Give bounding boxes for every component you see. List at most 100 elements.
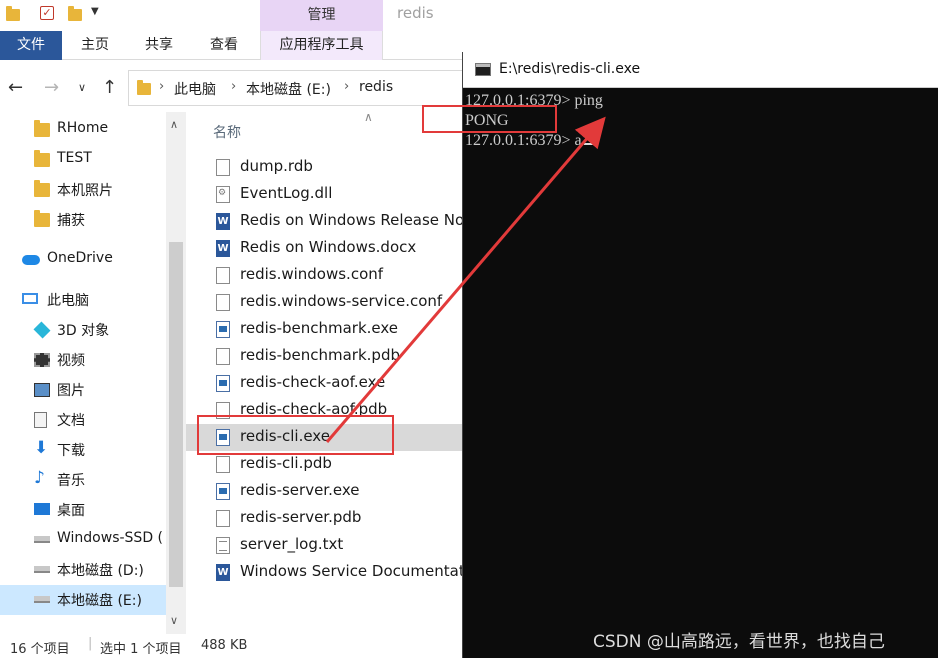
- desktop-icon: [34, 503, 50, 515]
- customize-dropdown-icon[interactable]: ▼: [91, 6, 99, 17]
- sidebar-item-windows-ssd[interactable]: Windows-SSD (: [0, 525, 166, 555]
- file-name: redis-cli.pdb: [240, 454, 332, 472]
- console-line: 127.0.0.1:6379> a: [465, 132, 593, 150]
- list-item[interactable]: redis-cli.pdb: [206, 451, 476, 478]
- exe-file-icon: [216, 321, 230, 338]
- console-icon: [475, 63, 491, 76]
- up-arrow-icon[interactable]: ↑: [102, 77, 117, 98]
- exe-file-icon: [216, 483, 230, 500]
- scroll-up-icon[interactable]: ∧: [170, 118, 178, 131]
- recent-locations-chevron-icon[interactable]: ∨: [78, 81, 86, 94]
- sidebar-item-label: Windows-SSD (: [57, 530, 164, 546]
- folder-icon[interactable]: [6, 6, 20, 21]
- sidebar-item-capture[interactable]: 捕获: [0, 205, 166, 235]
- sidebar-item-desktop[interactable]: 桌面: [0, 495, 166, 525]
- console-title: E:\redis\redis-cli.exe: [499, 61, 641, 77]
- forward-arrow-icon[interactable]: →: [44, 77, 59, 98]
- sidebar-item-photos[interactable]: 本机照片: [0, 175, 166, 205]
- sidebar-item-label: 文档: [57, 413, 85, 429]
- file-name: redis.windows.conf: [240, 265, 384, 283]
- console-output[interactable]: 127.0.0.1:6379> ping PONG 127.0.0.1:6379…: [463, 88, 938, 658]
- console-window[interactable]: E:\redis\redis-cli.exe 127.0.0.1:6379> p…: [462, 52, 938, 658]
- sidebar-item-videos[interactable]: 视频: [0, 345, 166, 375]
- list-item[interactable]: redis-benchmark.exe: [206, 316, 476, 343]
- manage-context-tab[interactable]: 管理: [260, 0, 383, 31]
- list-item[interactable]: dump.rdb: [206, 154, 476, 181]
- drive-icon: [34, 536, 50, 543]
- console-line: 127.0.0.1:6379> ping: [465, 92, 603, 109]
- sidebar-item-label: 下载: [57, 443, 85, 459]
- list-item[interactable]: redis.windows.conf: [206, 262, 476, 289]
- video-icon: [34, 353, 50, 367]
- sidebar-item-music[interactable]: ♪ 音乐: [0, 465, 166, 495]
- sidebar-item-rhome[interactable]: RHome: [0, 115, 166, 145]
- file-name: EventLog.dll: [240, 184, 333, 202]
- list-item[interactable]: redis-server.exe: [206, 478, 476, 505]
- scrollbar-thumb[interactable]: [169, 242, 183, 587]
- sidebar-item-pictures[interactable]: 图片: [0, 375, 166, 405]
- exe-file-icon: [216, 375, 230, 392]
- word-file-icon: W: [216, 240, 230, 257]
- sidebar-scrollbar[interactable]: ∧ ∨: [166, 112, 186, 634]
- word-file-icon: W: [216, 564, 230, 581]
- file-name: redis.windows-service.conf: [240, 292, 443, 310]
- sidebar-item-label: 3D 对象: [57, 323, 110, 339]
- breadcrumb-drive-e[interactable]: 本地磁盘 (E:): [246, 79, 331, 99]
- word-file-icon: W: [216, 213, 230, 230]
- list-item-selected[interactable]: redis-cli.exe: [186, 424, 476, 451]
- sidebar-item-label: TEST: [57, 150, 92, 166]
- list-item[interactable]: redis-check-aof.pdb: [206, 397, 476, 424]
- column-header-name[interactable]: 名称: [213, 122, 241, 142]
- file-name: dump.rdb: [240, 157, 313, 175]
- sidebar-item-drive-e[interactable]: 本地磁盘 (E:): [0, 585, 166, 615]
- tab-file[interactable]: 文件: [0, 31, 62, 60]
- breadcrumb-redis[interactable]: redis: [359, 79, 393, 95]
- sidebar-item-onedrive[interactable]: OneDrive: [0, 245, 166, 275]
- chevron-right-icon[interactable]: ›: [231, 79, 236, 94]
- tab-view[interactable]: 查看: [197, 31, 251, 60]
- text-file-icon: [216, 537, 230, 554]
- file-name: redis-server.pdb: [240, 508, 362, 526]
- exe-file-icon: [216, 429, 230, 446]
- status-divider: |: [88, 636, 93, 651]
- item-count: 16 个项目: [10, 642, 70, 657]
- breadcrumb-this-pc[interactable]: 此电脑: [174, 79, 216, 99]
- tab-application-tools[interactable]: 应用程序工具: [260, 31, 383, 60]
- new-folder-icon[interactable]: [68, 6, 82, 21]
- tab-home[interactable]: 主页: [68, 31, 122, 60]
- list-item[interactable]: server_log.txt: [206, 532, 476, 559]
- list-item[interactable]: W Windows Service Documentation.docx: [206, 559, 476, 586]
- scroll-down-icon[interactable]: ∨: [170, 614, 178, 627]
- console-input-text: 127.0.0.1:6379> a: [465, 132, 582, 149]
- chevron-right-icon[interactable]: ›: [159, 79, 164, 94]
- list-item[interactable]: W Redis on Windows.docx: [206, 235, 476, 262]
- list-item[interactable]: W Redis on Windows Release Notes.docx: [206, 208, 476, 235]
- list-item[interactable]: redis-check-aof.exe: [206, 370, 476, 397]
- file-name: redis-server.exe: [240, 481, 360, 499]
- back-arrow-icon[interactable]: ←: [8, 77, 23, 98]
- console-title-bar[interactable]: E:\redis\redis-cli.exe: [463, 52, 938, 88]
- file-name: Windows Service Documentation.docx: [240, 562, 476, 580]
- list-item[interactable]: redis-server.pdb: [206, 505, 476, 532]
- file-name: redis-cli.exe: [240, 427, 330, 445]
- tab-share[interactable]: 共享: [132, 31, 186, 60]
- list-item[interactable]: redis.windows-service.conf: [206, 289, 476, 316]
- properties-check-icon[interactable]: ✓: [40, 6, 54, 20]
- sidebar-item-3d-objects[interactable]: 3D 对象: [0, 315, 166, 345]
- list-item[interactable]: redis-benchmark.pdb: [206, 343, 476, 370]
- sidebar-item-downloads[interactable]: ⬇ 下载: [0, 435, 166, 465]
- folder-icon: [34, 210, 50, 227]
- address-folder-icon: [137, 80, 151, 95]
- sidebar-item-documents[interactable]: 文档: [0, 405, 166, 435]
- watermark: CSDN @山高路远，看世界，也找自己: [593, 632, 885, 652]
- sidebar-item-this-pc[interactable]: 此电脑: [0, 285, 166, 315]
- download-icon: ⬇: [34, 438, 49, 458]
- sidebar-item-drive-d[interactable]: 本地磁盘 (D:): [0, 555, 166, 585]
- sidebar-item-test[interactable]: TEST: [0, 145, 166, 175]
- chevron-right-icon[interactable]: ›: [344, 79, 349, 94]
- drive-icon: [34, 596, 50, 603]
- list-item[interactable]: EventLog.dll: [206, 181, 476, 208]
- sidebar-item-label: 图片: [57, 383, 85, 399]
- file-name: Redis on Windows.docx: [240, 238, 417, 256]
- file-name: redis-check-aof.exe: [240, 373, 386, 391]
